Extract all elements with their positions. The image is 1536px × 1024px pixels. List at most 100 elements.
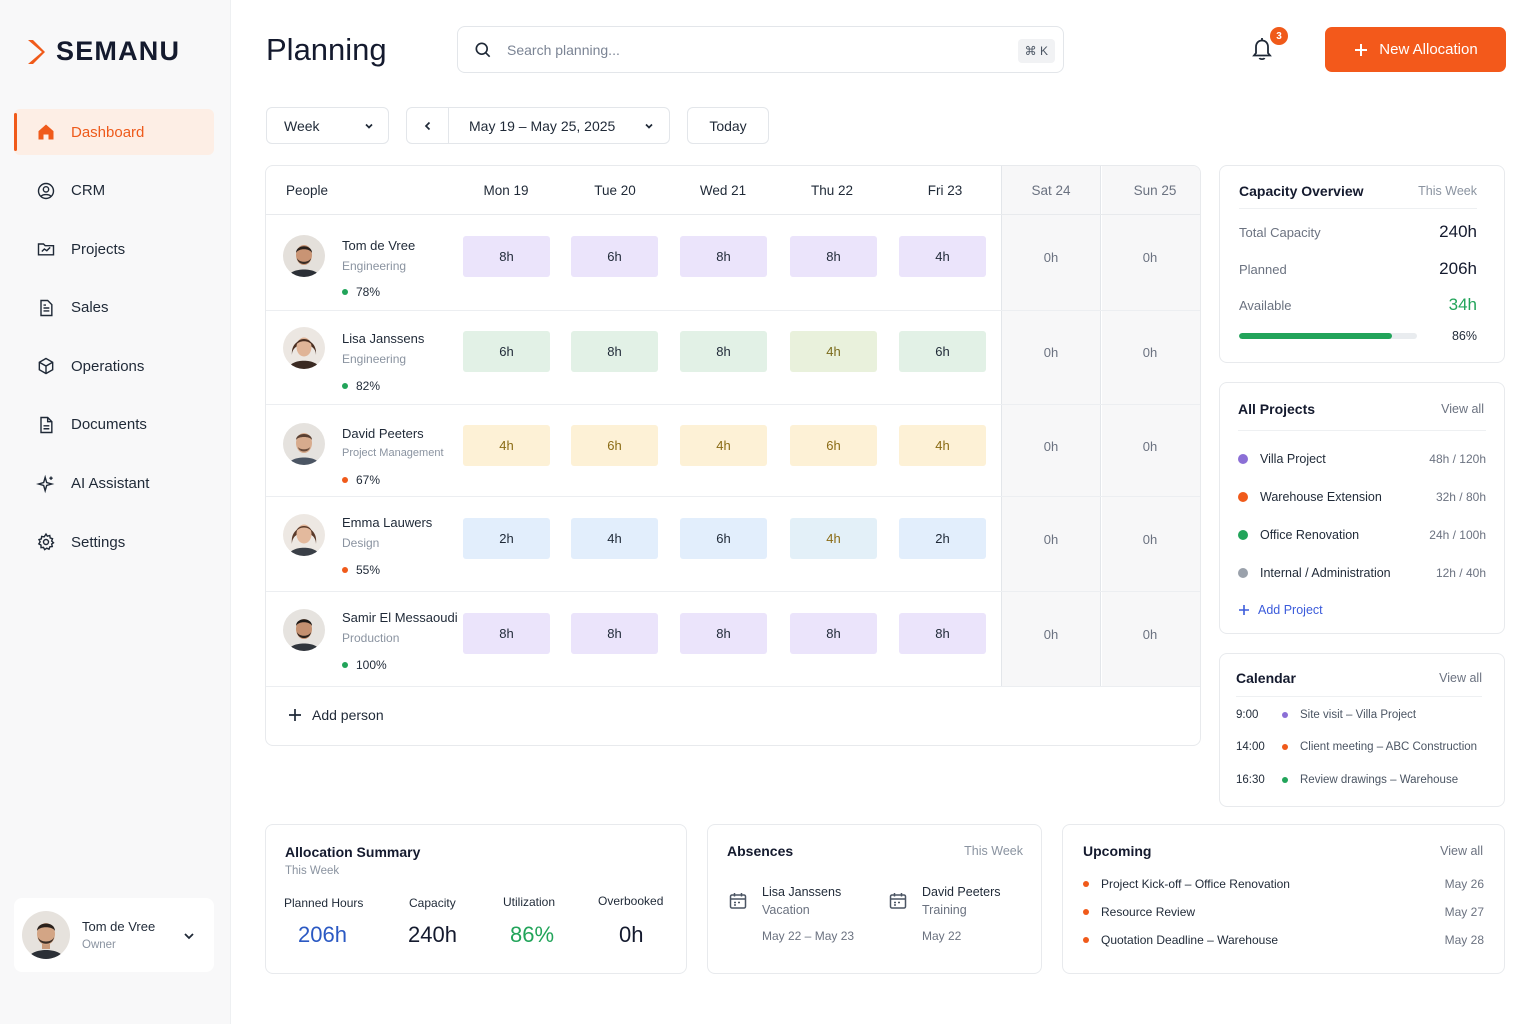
plus-icon [1239, 605, 1249, 615]
utilization: 78% [342, 285, 380, 299]
page-title: Planning [266, 32, 387, 67]
allocation-cell[interactable]: 6h [463, 331, 550, 372]
weekend-hours[interactable]: 0h [1001, 345, 1101, 360]
project-row[interactable]: Villa Project 48h / 120h [1238, 450, 1486, 468]
sidebar-item-operations[interactable]: Operations [14, 343, 214, 389]
weekend-hours[interactable]: 0h [1001, 532, 1101, 547]
sidebar-item-dashboard[interactable]: Dashboard [14, 109, 214, 155]
allocation-cell[interactable]: 8h [680, 236, 767, 277]
planning-grid: People Mon 19 Tue 20 Wed 21 Thu 22 Fri 2… [265, 165, 1201, 746]
person-department: Project Management [342, 447, 444, 459]
allocation-cell[interactable]: 8h [790, 613, 877, 654]
weekend-hours[interactable]: 0h [1100, 532, 1200, 547]
sidebar-item-settings[interactable]: Settings [14, 519, 214, 565]
stat-value: 86% [510, 922, 555, 947]
weekend-hours[interactable]: 0h [1100, 250, 1200, 265]
weekend-hours[interactable]: 0h [1001, 627, 1101, 642]
user-menu[interactable]: Tom de Vree Owner [14, 898, 214, 972]
allocation-cell[interactable]: 4h [680, 425, 767, 466]
previous-week-button[interactable] [407, 108, 449, 143]
chevron-down-icon[interactable] [182, 929, 196, 943]
today-button[interactable]: Today [687, 107, 769, 144]
allocation-cell[interactable]: 6h [680, 518, 767, 559]
gear-icon [37, 532, 55, 551]
table-row: Lisa Janssens Engineering 82% 6h 8h 8h 4… [266, 311, 1200, 405]
search-bar[interactable]: ⌘ K [457, 26, 1064, 73]
sidebar-item-label: Operations [71, 357, 145, 375]
allocation-cell[interactable]: 8h [899, 613, 986, 654]
absence-date: May 22 – May 23 [762, 929, 855, 943]
weekend-hours[interactable]: 0h [1001, 439, 1101, 454]
weekend-hours[interactable]: 0h [1100, 627, 1200, 642]
sidebar-item-ai-assistant[interactable]: AI Assistant [14, 461, 214, 507]
card-title: Capacity Overview [1239, 183, 1364, 199]
weekend-hours[interactable]: 0h [1100, 439, 1200, 454]
grid-header: People Mon 19 Tue 20 Wed 21 Thu 22 Fri 2… [266, 166, 1200, 215]
view-all-upcoming-link[interactable]: View all [1440, 844, 1483, 858]
project-name: Internal / Administration [1260, 566, 1391, 580]
person-name[interactable]: Emma Lauwers [342, 515, 432, 530]
avatar [283, 235, 325, 277]
calendar-event[interactable]: 16:30 Review drawings – Warehouse [1236, 774, 1488, 786]
absence-type: Training [922, 903, 967, 917]
sidebar-item-crm[interactable]: CRM [14, 168, 214, 214]
upcoming-item[interactable]: Quotation Deadline – Warehouse May 28 [1083, 933, 1484, 947]
allocation-cell[interactable]: 6h [899, 331, 986, 372]
allocation-cell[interactable]: 4h [463, 425, 550, 466]
allocation-cell[interactable]: 8h [463, 236, 550, 277]
allocation-cell[interactable]: 8h [571, 331, 658, 372]
allocation-cell[interactable]: 6h [790, 425, 877, 466]
sidebar-item-projects[interactable]: Projects [14, 226, 214, 272]
add-project-button[interactable]: Add Project [1238, 603, 1323, 617]
allocation-cell[interactable]: 8h [680, 613, 767, 654]
avatar [283, 609, 325, 651]
allocation-cell[interactable]: 6h [571, 425, 658, 466]
event-title: Site visit – Villa Project [1300, 709, 1417, 721]
person-name[interactable]: David Peeters [342, 426, 424, 441]
add-person-button[interactable]: Add person [288, 707, 384, 723]
stat-label: Utilization [503, 895, 556, 909]
search-input[interactable] [507, 41, 987, 58]
allocation-cell[interactable]: 8h [680, 331, 767, 372]
sidebar-item-label: Dashboard [71, 123, 145, 141]
calendar-event[interactable]: 9:00 Site visit – Villa Project [1236, 709, 1488, 721]
upcoming-item[interactable]: Resource Review May 27 [1083, 905, 1484, 919]
project-row[interactable]: Warehouse Extension 32h / 80h [1238, 488, 1486, 506]
person-name[interactable]: Tom de Vree [342, 238, 415, 253]
view-all-calendar-link[interactable]: View all [1439, 671, 1482, 685]
weekend-hours[interactable]: 0h [1100, 345, 1200, 360]
person-name[interactable]: Samir El Messaoudi [342, 610, 458, 625]
person-name[interactable]: Lisa Janssens [342, 331, 424, 346]
calendar-event[interactable]: 14:00 Client meeting – ABC Construction [1236, 741, 1488, 753]
allocation-cell[interactable]: 8h [463, 613, 550, 654]
absence-date: May 22 [922, 929, 962, 943]
brand-logo[interactable]: SEMANU [26, 36, 180, 67]
date-range-picker[interactable]: May 19 – May 25, 2025 [406, 107, 670, 144]
allocation-cell[interactable]: 4h [571, 518, 658, 559]
event-dot [1282, 777, 1288, 783]
allocation-cell[interactable]: 2h [899, 518, 986, 559]
project-row[interactable]: Office Renovation 24h / 100h [1238, 526, 1486, 544]
upcoming-dot [1083, 881, 1089, 887]
view-all-projects-link[interactable]: View all [1441, 402, 1484, 416]
allocation-cell[interactable]: 4h [899, 236, 986, 277]
sidebar-item-documents[interactable]: Documents [14, 402, 214, 448]
view-select[interactable]: Week [266, 107, 389, 144]
weekend-hours[interactable]: 0h [1001, 250, 1101, 265]
sidebar-item-sales[interactable]: Sales [14, 285, 214, 331]
shortcut-hint: ⌘ K [1017, 39, 1055, 63]
allocation-cell[interactable]: 6h [571, 236, 658, 277]
allocation-cell[interactable]: 4h [899, 425, 986, 466]
allocation-cell[interactable]: 8h [790, 236, 877, 277]
allocation-cell[interactable]: 2h [463, 518, 550, 559]
allocation-cell[interactable]: 4h [790, 331, 877, 372]
project-hours: 48h / 120h [1429, 452, 1486, 466]
sidebar-item-label: Projects [71, 240, 126, 258]
folder-chart-icon [37, 243, 55, 256]
new-allocation-button[interactable]: New Allocation [1325, 27, 1506, 72]
project-row[interactable]: Internal / Administration 12h / 40h [1238, 564, 1486, 582]
allocation-cell[interactable]: 4h [790, 518, 877, 559]
upcoming-item[interactable]: Project Kick-off – Office Renovation May… [1083, 877, 1484, 891]
new-allocation-label: New Allocation [1379, 41, 1478, 58]
allocation-cell[interactable]: 8h [571, 613, 658, 654]
